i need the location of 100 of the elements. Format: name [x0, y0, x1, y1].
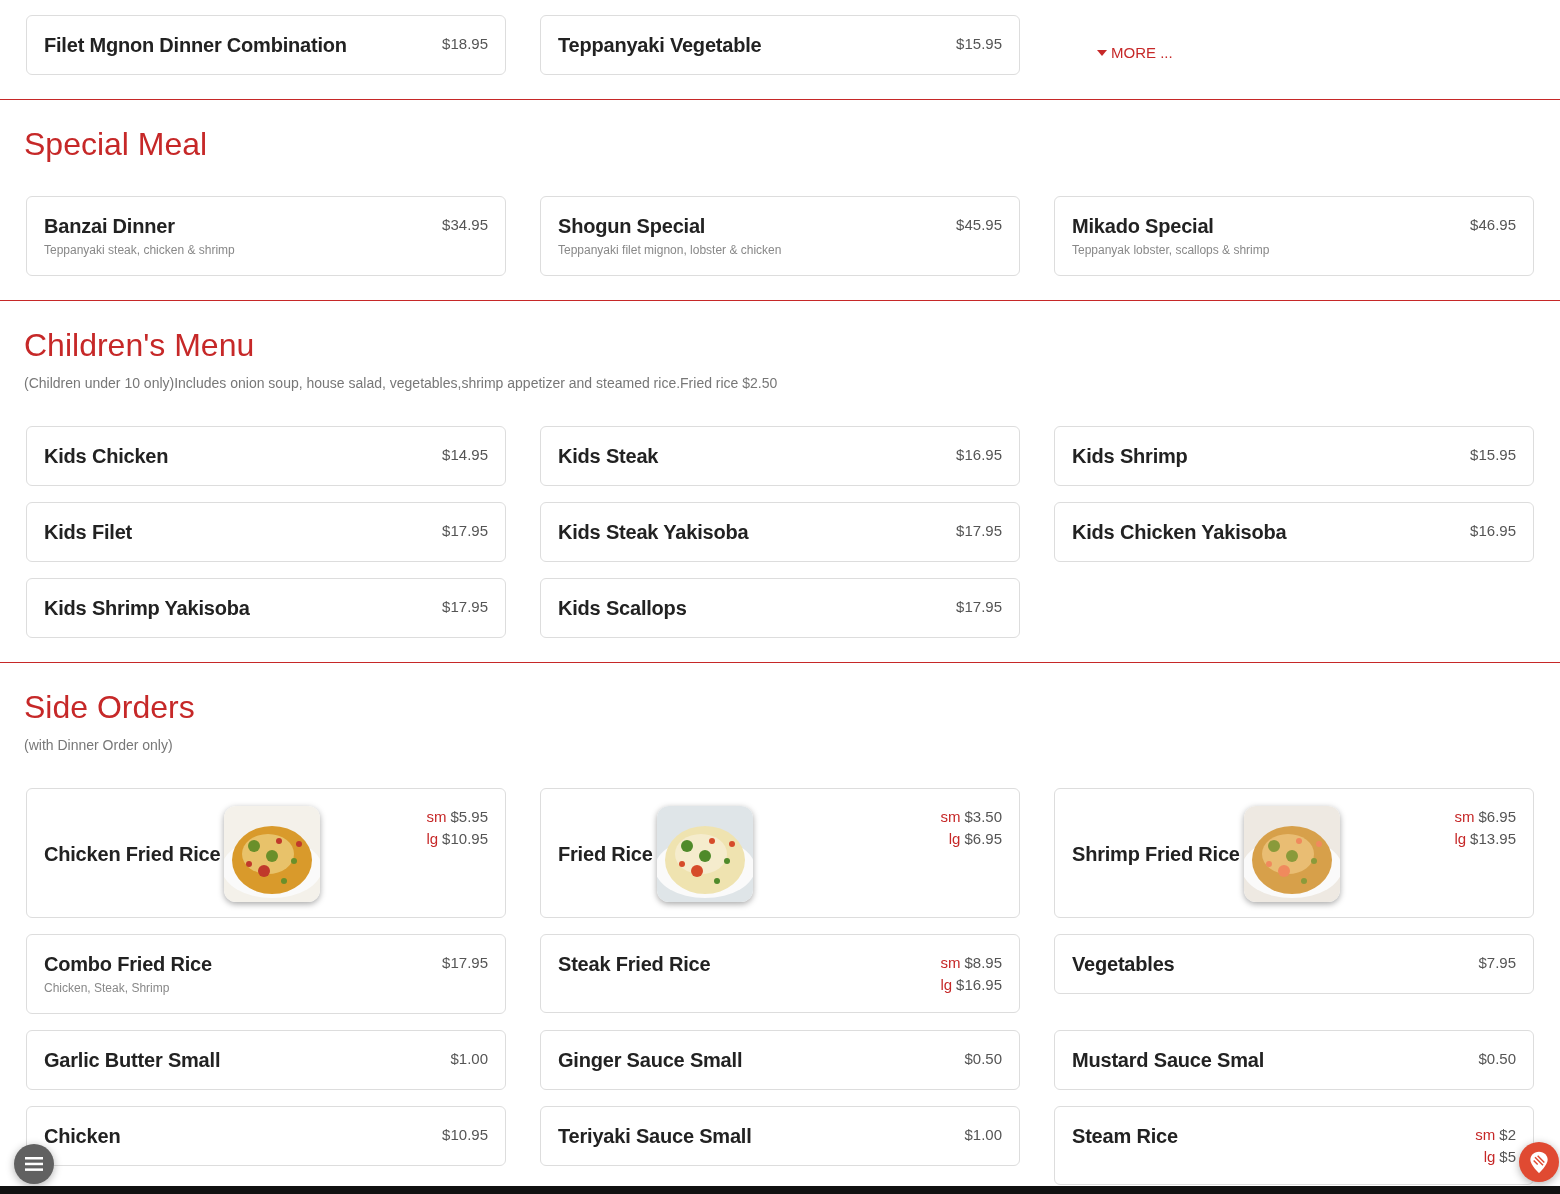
item-name: Banzai Dinner [44, 214, 176, 238]
item-price: $5 [1499, 1147, 1516, 1167]
item-price: $17.95 [442, 521, 488, 541]
item-name: Filet Mgnon Dinner Combination [44, 33, 347, 57]
size-label: lg [1454, 829, 1467, 849]
item-price: $10.95 [442, 1125, 488, 1145]
item-price: $6.95 [964, 829, 1002, 849]
item-name: Shrimp Fried Rice [1072, 842, 1240, 866]
menu-item-card[interactable]: Kids Shrimp $15.95 [1054, 426, 1534, 486]
item-price: $14.95 [442, 445, 488, 465]
item-price: $2 [1499, 1125, 1516, 1145]
size-label: sm [1454, 807, 1475, 827]
menu-item-card[interactable]: Mikado Special Teppanyak lobster, scallops & shrimp $46.95 [1054, 196, 1534, 276]
menu-item-card[interactable]: Filet Mgnon Dinner Combination $18.95 [26, 15, 506, 75]
item-name: Kids Steak [558, 444, 659, 468]
location-pin-icon [1529, 1150, 1549, 1174]
section-title: Children's Menu [24, 326, 256, 364]
menu-item-card[interactable]: Kids Chicken Yakisoba $16.95 [1054, 502, 1534, 562]
size-label: sm [1475, 1125, 1496, 1145]
item-name: Teppanyaki Vegetable [558, 33, 762, 57]
item-name: Fried Rice [558, 842, 653, 866]
item-name: Teriyaki Sauce Small [558, 1124, 752, 1148]
menu-item-card[interactable]: Banzai Dinner Teppanyaki steak, chicken & shrimp $34.95 [26, 196, 506, 276]
item-name: Kids Steak Yakisoba [558, 520, 749, 544]
menu-item-card[interactable]: Teriyaki Sauce Small $1.00 [540, 1106, 1020, 1166]
more-link[interactable]: MORE ... [1097, 44, 1173, 61]
item-price: $16.95 [1470, 521, 1516, 541]
item-price: $6.95 [1478, 807, 1516, 827]
section-title: Special Meal [24, 125, 209, 163]
menu-item-card[interactable]: Shrimp Fried Rice sm $6.95 lg $13.95 [1054, 788, 1534, 918]
item-name: Steam Rice [1072, 1124, 1178, 1148]
item-price: $17.95 [442, 597, 488, 617]
caret-icon [1097, 49, 1107, 56]
item-price: $46.95 [1470, 215, 1516, 235]
item-description: Teppanyak lobster, scallops & shrimp [1072, 242, 1270, 258]
item-name: Mustard Sauce Smal [1072, 1048, 1265, 1072]
item-price: $0.50 [1478, 1049, 1516, 1069]
size-label: lg [948, 829, 961, 849]
item-price: $34.95 [442, 215, 488, 235]
menu-item-card[interactable]: Garlic Butter Small $1.00 [26, 1030, 506, 1090]
section-note: (Children under 10 only)Includes onion soup, house salad, vegetables,shrimp appetizer and steamed rice.Fried rice $2.50 [24, 374, 779, 393]
order-button[interactable] [1519, 1142, 1559, 1182]
item-price: $3.50 [964, 807, 1002, 827]
item-price: $18.95 [442, 34, 488, 54]
menu-item-card[interactable]: Kids Filet $17.95 [26, 502, 506, 562]
menu-item-card[interactable]: Steak Fried Rice sm $8.95 lg $16.95 [540, 934, 1020, 1013]
item-name: Kids Shrimp Yakisoba [44, 596, 250, 620]
item-description: Chicken, Steak, Shrimp [44, 980, 171, 996]
item-name: Garlic Butter Small [44, 1048, 221, 1072]
size-label: lg [940, 975, 953, 995]
item-name: Vegetables [1072, 952, 1175, 976]
menu-item-card[interactable]: Kids Scallops $17.95 [540, 578, 1020, 638]
item-name: Kids Scallops [558, 596, 687, 620]
item-name: Ginger Sauce Small [558, 1048, 743, 1072]
size-label: sm [940, 807, 961, 827]
item-name: Kids Chicken Yakisoba [1072, 520, 1287, 544]
menu-icon [25, 1157, 43, 1171]
section-note: (with Dinner Order only) [24, 736, 174, 755]
size-label: lg [426, 829, 439, 849]
menu-item-card[interactable]: Kids Steak $16.95 [540, 426, 1020, 486]
item-name: Kids Shrimp [1072, 444, 1188, 468]
item-description: Teppanyaki steak, chicken & shrimp [44, 242, 235, 258]
menu-item-card[interactable]: Chicken Fried Rice sm $5.95 lg $10.95 [26, 788, 506, 918]
item-name: Kids Chicken [44, 444, 169, 468]
item-price: $8.95 [964, 953, 1002, 973]
item-price: $13.95 [1470, 829, 1516, 849]
menu-item-card[interactable]: Shogun Special Teppanyaki filet mignon, lobster & chicken $45.95 [540, 196, 1020, 276]
size-label: lg [1483, 1147, 1496, 1167]
menu-item-card[interactable]: Ginger Sauce Small $0.50 [540, 1030, 1020, 1090]
item-description: Teppanyaki filet mignon, lobster & chicken [558, 242, 782, 258]
item-price: $1.00 [964, 1125, 1002, 1145]
menu-item-card[interactable]: Vegetables $7.95 [1054, 934, 1534, 994]
item-price: $16.95 [956, 975, 1002, 995]
size-label: sm [426, 807, 447, 827]
item-price: $7.95 [1478, 953, 1516, 973]
item-name: Shogun Special [558, 214, 707, 238]
item-name: Combo Fried Rice [44, 952, 212, 976]
item-price: $17.95 [442, 953, 488, 973]
menu-item-card[interactable]: Kids Chicken $14.95 [26, 426, 506, 486]
item-price: $17.95 [956, 597, 1002, 617]
menu-item-card[interactable]: Fried Rice sm $3.50 lg $6.95 [540, 788, 1020, 918]
item-price: $5.95 [450, 807, 488, 827]
menu-item-card[interactable]: Chicken $10.95 [26, 1106, 506, 1166]
item-name: Steak Fried Rice [558, 952, 711, 976]
item-price: $1.00 [450, 1049, 488, 1069]
menu-item-card[interactable]: Kids Steak Yakisoba $17.95 [540, 502, 1020, 562]
item-price: $15.95 [1470, 445, 1516, 465]
menu-item-card[interactable]: Combo Fried Rice Chicken, Steak, Shrimp $17.95 [26, 934, 506, 1014]
item-price: $16.95 [956, 445, 1002, 465]
size-label: sm [940, 953, 961, 973]
menu-item-card[interactable]: Teppanyaki Vegetable $15.95 [540, 15, 1020, 75]
item-price: $15.95 [956, 34, 1002, 54]
menu-button[interactable] [14, 1144, 54, 1184]
item-name: Chicken Fried Rice [44, 842, 221, 866]
item-price: $10.95 [442, 829, 488, 849]
menu-item-card[interactable]: Kids Shrimp Yakisoba $17.95 [26, 578, 506, 638]
menu-item-card[interactable]: Steam Rice sm $2 lg $5 [1054, 1106, 1534, 1185]
menu-item-card[interactable]: Mustard Sauce Smal $0.50 [1054, 1030, 1534, 1090]
item-name: Chicken [44, 1124, 121, 1148]
item-price: $45.95 [956, 215, 1002, 235]
